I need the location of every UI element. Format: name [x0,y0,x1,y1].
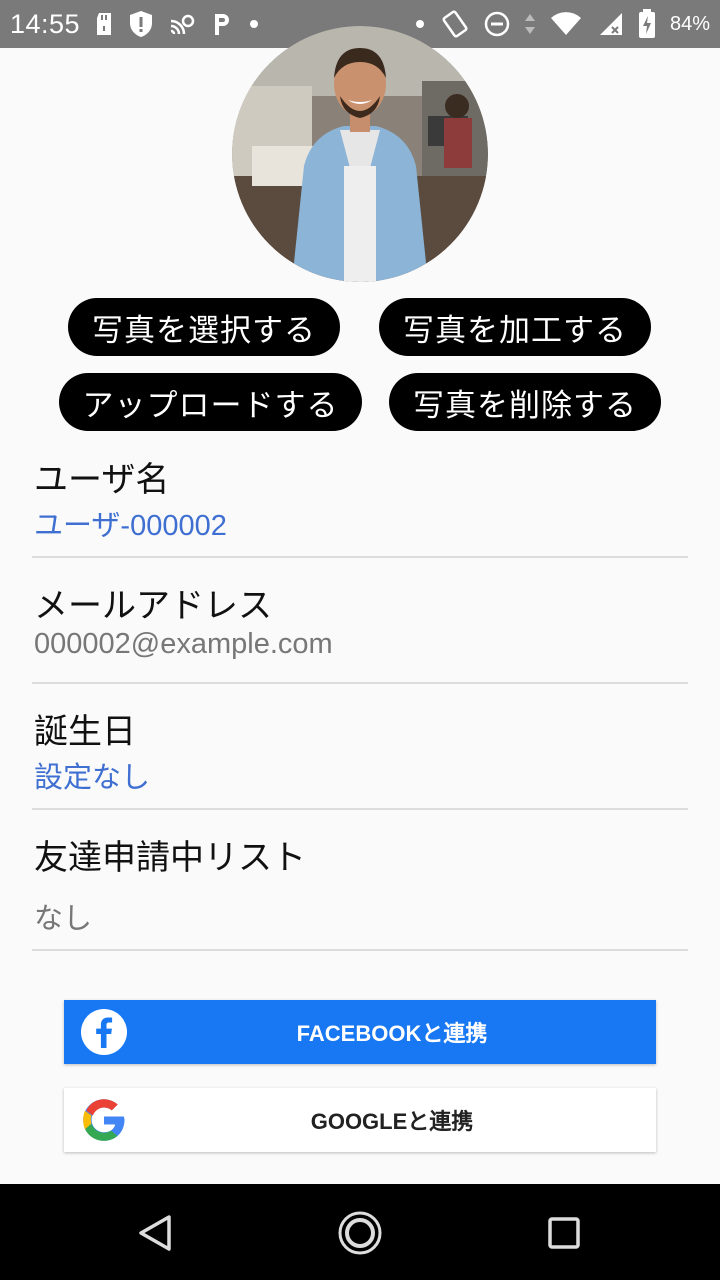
do-not-disturb-icon [484,11,510,37]
divider [32,682,688,684]
recents-icon [548,1217,580,1249]
friend-requests-label: 友達申請中リスト [34,838,306,878]
facebook-link-label: FACEBOOKと連携 [296,1021,488,1046]
username-label: ユーザ名 [34,460,170,500]
username-value[interactable]: ユーザ-000002 [34,502,227,544]
edit-photo-button[interactable]: 写真を加工する [379,298,651,356]
sd-card-icon [94,12,114,36]
facebook-link-button[interactable]: FACEBOOKと連携 [64,1000,656,1064]
cast-icon [168,11,196,37]
divider [32,556,688,558]
delete-photo-button[interactable]: 写真を削除する [389,373,661,431]
google-link-label: GOOGLEと連携 [310,1109,474,1134]
email-value: 000002@example.com [34,628,333,660]
back-button[interactable] [130,1208,180,1258]
dot-icon [248,18,260,30]
profile-avatar[interactable] [232,26,488,282]
friend-requests-value: なし [34,903,93,935]
status-time: 14:55 [10,8,81,39]
navigation-bar [0,1184,720,1280]
signal-icon [596,11,624,37]
home-button[interactable] [335,1208,385,1258]
select-photo-button[interactable]: 写真を選択する [68,298,340,356]
vibrate-icon [440,10,470,38]
wifi-icon [550,11,582,37]
birthday-label: 誕生日 [34,712,136,752]
dot-icon [414,18,426,30]
recents-button[interactable] [539,1208,589,1258]
data-arrows-icon [524,12,536,36]
battery-charging-icon [638,9,656,39]
back-icon [139,1215,171,1251]
battery-percent: 84% [669,12,710,35]
upload-photo-button[interactable]: アップロードする [59,373,362,431]
shield-alert-icon [128,10,154,38]
parking-icon [210,11,234,37]
divider [32,949,688,951]
home-icon [338,1211,382,1255]
google-link-button[interactable]: GOOGLEと連携 [64,1088,656,1152]
email-label: メールアドレス [34,586,272,626]
birthday-value[interactable]: 設定なし [34,754,150,796]
divider [32,808,688,810]
